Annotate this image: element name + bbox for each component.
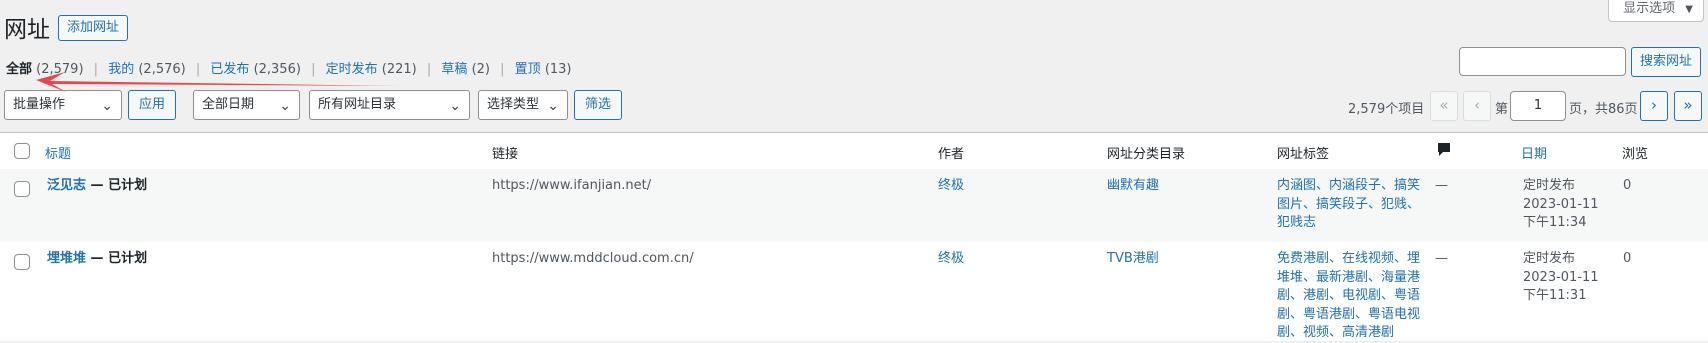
items-count: 2,579个项目 (1348, 102, 1425, 117)
prev-page-button[interactable]: ‹ (1463, 91, 1491, 121)
view-drafts[interactable]: 草稿 (441, 62, 467, 77)
row-checkbox[interactable] (14, 254, 30, 270)
view-sticky[interactable]: 置顶 (515, 62, 541, 77)
view-published[interactable]: 已发布 (210, 62, 249, 77)
page-title: 网址 (4, 17, 50, 43)
row-tags[interactable]: 内涵图、内涵段子、搞笑图片、搞笑段子、犯贱、犯贱志 (1277, 177, 1425, 233)
view-scheduled[interactable]: 定时发布 (326, 62, 378, 77)
screen-options-button[interactable]: 显示选项 ▼ (1608, 0, 1704, 22)
column-views: 浏览 (1622, 147, 1649, 162)
screen-options-label: 显示选项 (1623, 1, 1676, 16)
chevron-down-icon: ⌄ (101, 98, 113, 114)
page-prefix: 第 (1495, 102, 1509, 117)
view-filters: 全部 (2,579) | 我的 (2,576) | 已发布 (2,356) | … (6, 62, 572, 77)
row-date: 定时发布 2023-01-11 下午11:34 (1523, 178, 1599, 230)
chevron-down-icon: ⌄ (279, 98, 291, 114)
row-link: https://www.ifanjian.net/ (492, 178, 652, 193)
row-comments: — (1435, 251, 1448, 266)
row-category[interactable]: 幽默有趣 (1107, 177, 1159, 196)
comment-bubble-icon[interactable] (1437, 142, 1451, 162)
column-category: 网址分类目录 (1107, 147, 1186, 162)
bulk-action-select[interactable]: 批量操作 ⌄ (4, 90, 122, 120)
page-total: 页，共86页 (1569, 102, 1638, 117)
column-title[interactable]: 标题 (45, 143, 71, 162)
apply-button[interactable]: 应用 (128, 90, 177, 120)
links-table: 标题 链接 作者 网址分类目录 网址标签 日期 浏览 泛见志 — 已计划 htt… (0, 132, 1708, 341)
next-page-button[interactable]: › (1640, 91, 1668, 121)
column-author: 作者 (938, 147, 965, 162)
view-published-count: (2,356) (253, 62, 301, 77)
view-drafts-count: (2) (471, 62, 490, 77)
table-row: 泛见志 — 已计划 https://www.ifanjian.net/ 终极 幽… (0, 169, 1708, 242)
row-date: 定时发布 2023-01-11 下午11:31 (1523, 251, 1599, 303)
column-link: 链接 (492, 147, 519, 162)
view-mine[interactable]: 我的 (108, 62, 134, 77)
view-sticky-count: (13) (544, 62, 572, 77)
row-title[interactable]: 泛见志 — 已计划 (47, 177, 147, 196)
column-tags: 网址标签 (1277, 147, 1330, 162)
row-views: 0 (1623, 178, 1632, 193)
first-page-button[interactable]: « (1430, 91, 1458, 121)
row-checkbox[interactable] (14, 181, 30, 197)
row-title[interactable]: 埋堆堆 — 已计划 (47, 250, 147, 269)
search-input[interactable] (1459, 47, 1626, 76)
filter-button[interactable]: 筛选 (574, 90, 623, 120)
view-all[interactable]: 全部 (6, 62, 32, 77)
category-filter-select[interactable]: 所有网址目录 ⌄ (309, 90, 470, 120)
view-scheduled-count: (221) (381, 62, 417, 77)
row-category[interactable]: TVB港剧 (1107, 250, 1159, 269)
caret-down-icon: ▼ (1685, 4, 1693, 15)
select-all-checkbox[interactable] (14, 143, 30, 159)
current-page-input[interactable]: 1 (1510, 91, 1566, 121)
type-filter-select[interactable]: 选择类型 ⌄ (478, 90, 568, 120)
column-date[interactable]: 日期 (1521, 143, 1547, 162)
row-views: 0 (1623, 251, 1632, 266)
table-header: 标题 链接 作者 网址分类目录 网址标签 日期 浏览 (0, 133, 1708, 170)
chevron-down-icon: ⌄ (449, 98, 461, 114)
view-mine-count: (2,576) (138, 62, 186, 77)
chevron-down-icon: ⌄ (547, 98, 559, 114)
last-page-button[interactable]: » (1674, 91, 1702, 121)
row-link: https://www.mddcloud.com.cn/ (492, 251, 694, 266)
date-filter-select[interactable]: 全部日期 ⌄ (193, 90, 300, 120)
row-author[interactable]: 终极 (938, 250, 964, 269)
add-new-button[interactable]: 添加网址 (58, 15, 129, 41)
row-tags[interactable]: 免费港剧、在线视频、埋堆堆、最新港剧、海量港剧、港剧、电视剧、粤语剧、粤语港剧、… (1277, 250, 1425, 343)
table-row: 埋堆堆 — 已计划 https://www.mddcloud.com.cn/ 终… (0, 242, 1708, 342)
row-author[interactable]: 终极 (938, 177, 964, 196)
search-button[interactable]: 搜索网址 (1631, 47, 1702, 77)
view-all-count: (2,579) (36, 62, 84, 77)
row-comments: — (1435, 178, 1448, 193)
